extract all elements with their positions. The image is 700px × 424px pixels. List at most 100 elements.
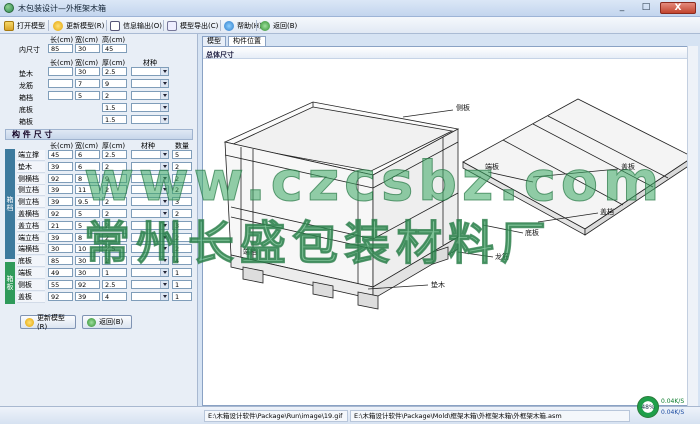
material-thickness-input[interactable]: 1.5	[102, 103, 127, 112]
material-type-select[interactable]	[131, 91, 169, 100]
part-length-input[interactable]: 92	[48, 174, 73, 183]
material-thickness-input[interactable]: 1.5	[102, 115, 127, 124]
chevron-down-icon	[160, 92, 168, 99]
material-type-select[interactable]	[131, 67, 169, 76]
part-length-input[interactable]: 49	[48, 268, 73, 277]
back-button[interactable]: 返回(B)	[260, 19, 297, 32]
part-row-label: 侧立档	[17, 185, 45, 196]
material-type-select[interactable]	[131, 115, 169, 124]
document-icon	[110, 20, 120, 31]
material-type-select[interactable]	[131, 79, 169, 88]
material-thickness-input[interactable]: 2.5	[102, 67, 127, 76]
watermark-url: www.czcsbz.com	[83, 150, 665, 214]
parts-section-header: 构 件 尺 寸	[5, 129, 193, 140]
help-label: 帮助(H)	[237, 21, 262, 30]
toolbar-separator	[48, 20, 49, 31]
part-row-label: 底板	[17, 256, 45, 267]
label-skid: 垫木	[431, 280, 445, 289]
material-width-input[interactable]: 30	[75, 67, 100, 76]
cpu-usage-badge[interactable]: 48%	[637, 396, 659, 418]
material-row-label: 底板	[19, 106, 33, 114]
part-quantity-input[interactable]: 1	[172, 292, 192, 301]
upload-speed: 0.04K/S	[661, 398, 685, 405]
update-model-panel-button[interactable]: 更新模型(R)	[20, 314, 76, 331]
close-button[interactable]: X	[660, 2, 696, 14]
chevron-down-icon	[160, 104, 168, 111]
model-export-button[interactable]: 模型导出(C)	[167, 19, 218, 32]
part-length-input[interactable]: 39	[48, 233, 73, 242]
download-speed: 0.04K/S	[661, 409, 685, 416]
tab-model[interactable]: 模型	[202, 36, 226, 46]
open-model-button[interactable]: 打开模型	[4, 19, 45, 32]
part-length-input[interactable]: 39	[48, 162, 73, 171]
minimize-button[interactable]: _	[611, 2, 633, 14]
part-width-input[interactable]: 39	[75, 292, 100, 301]
part-row-label: 侧横档	[17, 174, 45, 185]
material-row-label: 垫木	[19, 70, 33, 78]
part-length-input[interactable]: 92	[48, 292, 73, 301]
material-length-input[interactable]	[48, 79, 73, 88]
part-row-label: 垫木	[17, 162, 45, 173]
update-model-label: 更新模型(R)	[66, 21, 105, 30]
model-export-label: 模型导出(C)	[180, 21, 219, 30]
refresh-icon	[53, 20, 63, 31]
material-width-input[interactable]: 7	[75, 79, 100, 88]
material-width-input[interactable]: 5	[75, 91, 100, 100]
toolbar-separator	[163, 20, 164, 31]
part-type-select[interactable]	[131, 292, 169, 301]
material-thickness-input[interactable]: 9	[102, 79, 127, 88]
material-row-label: 龙筋	[19, 82, 33, 90]
part-length-input[interactable]: 85	[48, 256, 73, 265]
part-row-label: 侧板	[17, 280, 45, 291]
material-row-label: 箱档	[19, 94, 33, 102]
part-length-input[interactable]: 45	[48, 150, 73, 159]
part-length-input[interactable]: 21	[48, 221, 73, 230]
part-row-label: 侧立档	[17, 197, 45, 208]
vertical-scrollbar[interactable]	[687, 46, 698, 406]
label-side-panel: 侧板	[456, 103, 470, 112]
open-model-label: 打开模型	[17, 21, 45, 30]
part-thickness-input[interactable]: 2.5	[102, 280, 127, 289]
app-icon	[4, 3, 14, 13]
refresh-icon	[25, 317, 34, 327]
part-length-input[interactable]: 55	[48, 280, 73, 289]
back-label: 返回(B)	[273, 21, 298, 30]
part-row-label: 端立档	[17, 233, 45, 244]
material-length-input[interactable]	[48, 67, 73, 76]
part-length-input[interactable]: 39	[48, 185, 73, 194]
help-icon	[224, 20, 234, 31]
chevron-down-icon	[160, 116, 168, 123]
window-title: 木包装设计—外框架木箱	[18, 4, 106, 13]
update-model-panel-label: 更新模型(R)	[36, 314, 65, 331]
status-image-path: E:\木箱设计软件\Package\Run\image\19.gif	[204, 410, 348, 422]
part-length-input[interactable]: 39	[48, 197, 73, 206]
part-row-label: 盖横档	[17, 209, 45, 220]
part-length-input[interactable]: 92	[48, 209, 73, 218]
group-tab-box[interactable]: 箱档	[5, 149, 15, 259]
inner-length-input[interactable]: 85	[48, 44, 73, 53]
part-length-input[interactable]: 30	[48, 244, 73, 253]
update-model-button[interactable]: 更新模型(R)	[53, 19, 104, 32]
title-bar: 木包装设计—外框架木箱 _ □ X	[0, 0, 700, 17]
view-tabs: 模型 构件位置	[200, 34, 700, 46]
chevron-down-icon	[160, 281, 168, 288]
material-length-input[interactable]	[48, 91, 73, 100]
part-quantity-input[interactable]: 1	[172, 280, 192, 289]
inner-height-input[interactable]: 45	[102, 44, 127, 53]
part-width-input[interactable]: 92	[75, 280, 100, 289]
part-row-label: 盖板	[17, 292, 45, 303]
inner-width-input[interactable]: 30	[75, 44, 100, 53]
status-model-path: E:\木箱设计软件\Package\Mold\框架木箱\外框架木箱\外框架木箱.…	[350, 410, 630, 422]
tab-part-position[interactable]: 构件位置	[228, 36, 266, 46]
part-type-select[interactable]	[131, 280, 169, 289]
part-row-label: 盖立档	[17, 221, 45, 232]
chevron-down-icon	[160, 293, 168, 300]
part-thickness-input[interactable]: 4	[102, 292, 127, 301]
chevron-down-icon	[160, 80, 168, 87]
back-panel-button[interactable]: 返回(B)	[82, 315, 132, 329]
material-type-select[interactable]	[131, 103, 169, 112]
group-tab-bottom[interactable]: 箱板	[5, 262, 15, 304]
info-export-button[interactable]: 信息输出(O)	[110, 19, 162, 32]
material-thickness-input[interactable]: 2	[102, 91, 127, 100]
maximize-button[interactable]: □	[635, 2, 657, 14]
